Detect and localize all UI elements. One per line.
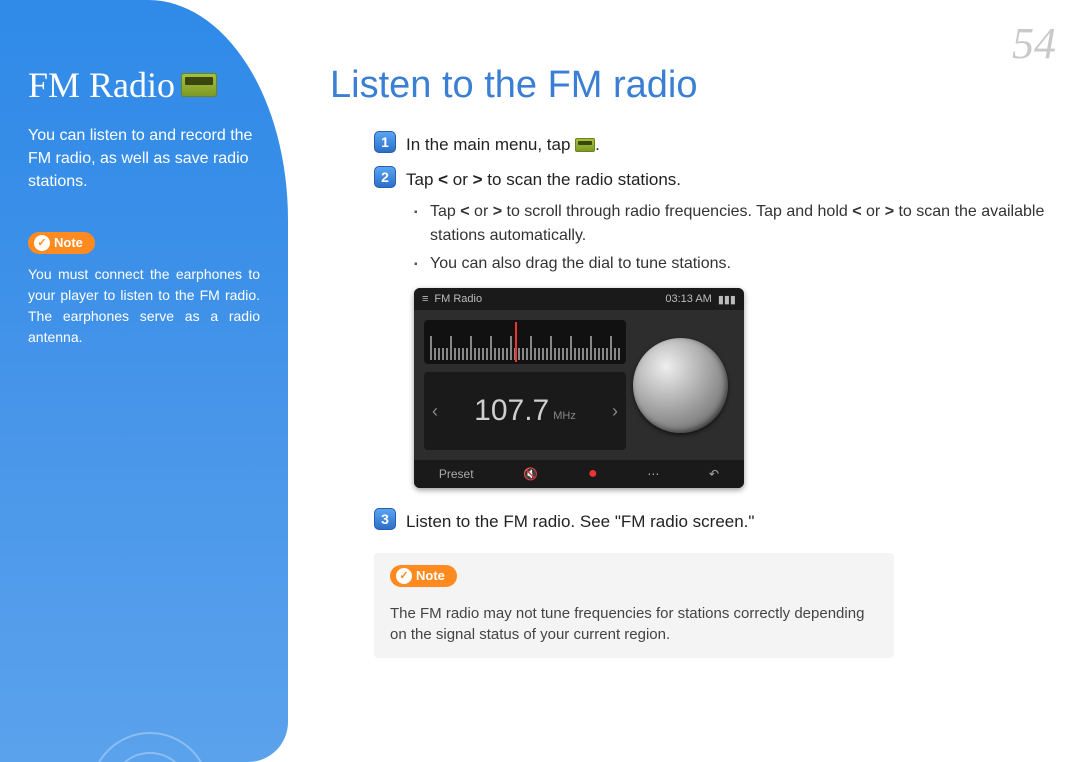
next-station-icon[interactable]: › bbox=[612, 401, 618, 422]
main-title: Listen to the FM radio bbox=[330, 64, 1050, 107]
frequency-value: 107.7 bbox=[474, 394, 549, 428]
step-1: 1 In the main menu, tap . bbox=[374, 131, 1050, 158]
radio-icon bbox=[575, 138, 595, 152]
main-note-text: The FM radio may not tune frequencies fo… bbox=[390, 603, 878, 647]
frequency-display: ‹ 107.7 MHz › bbox=[424, 372, 626, 450]
step1-pre: In the main menu, tap bbox=[406, 135, 575, 154]
device-app-title: FM Radio bbox=[434, 293, 482, 305]
step2-bullet-1: Tap < or > to scroll through radio frequ… bbox=[414, 200, 1050, 248]
sidebar-description: You can listen to and record the FM radi… bbox=[28, 124, 260, 194]
mute-icon[interactable]: 🔇 bbox=[523, 467, 538, 481]
frequency-unit: MHz bbox=[553, 410, 576, 422]
prev-station-icon[interactable]: ‹ bbox=[432, 401, 438, 422]
device-time: 03:13 AM bbox=[665, 293, 711, 305]
main-note-box: ✓ Note The FM radio may not tune frequen… bbox=[374, 553, 894, 659]
sidebar-title-text: FM Radio bbox=[28, 64, 175, 106]
fm-radio-screenshot: ≡ FM Radio 03:13 AM ▮▮▮ document.write(A… bbox=[414, 288, 744, 488]
dial-knob[interactable] bbox=[633, 338, 728, 433]
record-icon[interactable]: ● bbox=[588, 465, 598, 483]
tuning-dial[interactable] bbox=[626, 320, 734, 450]
step-2: 2 Tap < or > to scan the radio stations. bbox=[374, 166, 1050, 193]
check-icon: ✓ bbox=[34, 235, 50, 251]
device-statusbar: ≡ FM Radio 03:13 AM ▮▮▮ bbox=[414, 288, 744, 310]
step-2-text: Tap < or > to scan the radio stations. bbox=[406, 166, 681, 193]
sidebar-note-text: You must connect the earphones to your p… bbox=[28, 264, 260, 348]
main-content: Listen to the FM radio 1 In the main men… bbox=[330, 64, 1050, 658]
step1-post: . bbox=[595, 135, 600, 154]
check-icon: ✓ bbox=[396, 568, 412, 584]
note-badge: ✓ Note bbox=[28, 232, 95, 254]
step-number-3: 3 bbox=[374, 508, 396, 530]
step-number-1: 1 bbox=[374, 131, 396, 153]
more-icon[interactable]: ⋯ bbox=[647, 467, 659, 481]
note-label: Note bbox=[54, 235, 83, 250]
note-label: Note bbox=[416, 568, 445, 583]
sidebar-title: FM Radio bbox=[28, 64, 260, 106]
tuner-needle bbox=[515, 322, 517, 362]
tuner-scale: document.write(Array.from({length:48},(_… bbox=[424, 320, 626, 364]
step-3: 3 Listen to the FM radio. See "FM radio … bbox=[374, 508, 1050, 535]
step-number-2: 2 bbox=[374, 166, 396, 188]
menu-icon: ≡ bbox=[422, 293, 428, 305]
back-icon[interactable]: ↶ bbox=[709, 467, 719, 481]
step-1-text: In the main menu, tap . bbox=[406, 131, 600, 158]
step2-bullet-2: You can also drag the dial to tune stati… bbox=[414, 252, 1050, 276]
step-2-sublist: Tap < or > to scroll through radio frequ… bbox=[414, 200, 1050, 276]
radio-icon bbox=[181, 73, 217, 97]
page-number: 54 bbox=[1012, 18, 1056, 69]
device-bottom-bar: Preset 🔇 ● ⋯ ↶ bbox=[414, 460, 744, 488]
step-3-text: Listen to the FM radio. See "FM radio sc… bbox=[406, 508, 754, 535]
sidebar: FM Radio You can listen to and record th… bbox=[0, 0, 288, 762]
preset-button[interactable]: Preset bbox=[439, 467, 474, 481]
battery-icon: ▮▮▮ bbox=[718, 293, 736, 306]
note-badge: ✓ Note bbox=[390, 565, 457, 587]
